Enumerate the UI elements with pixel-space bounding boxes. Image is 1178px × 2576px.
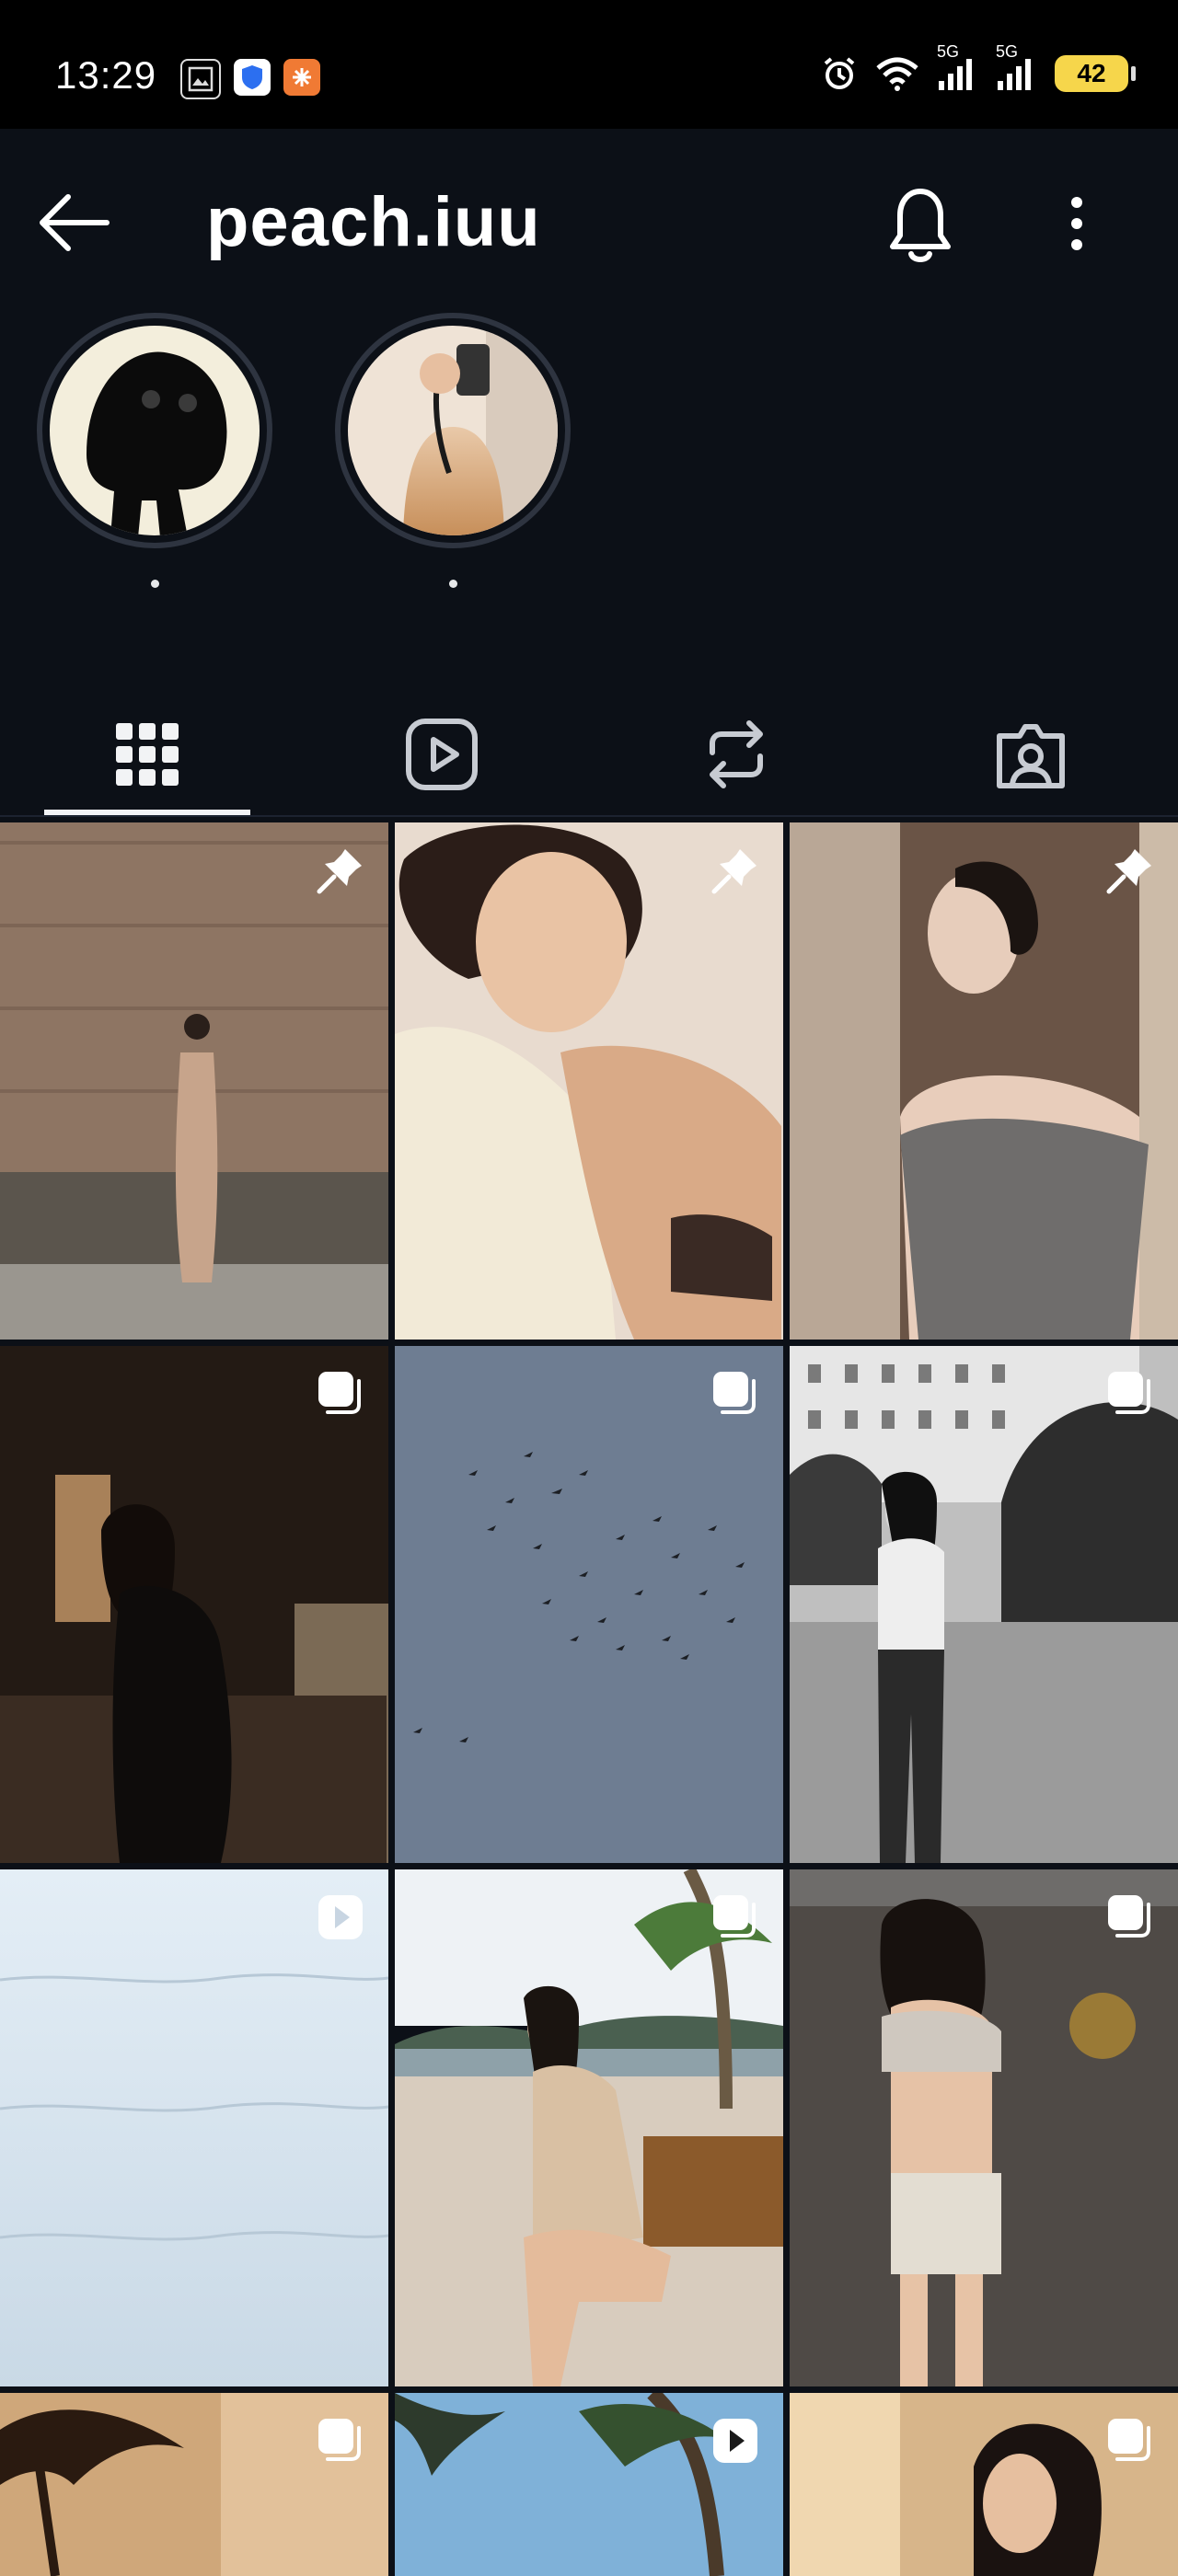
post-tile[interactable] (790, 822, 1178, 1340)
post-thumbnail (395, 1346, 783, 1863)
tab-reposts[interactable] (681, 699, 791, 810)
post-tile[interactable] (395, 1869, 783, 2386)
shield-icon (234, 59, 271, 96)
post-tile[interactable] (790, 1346, 1178, 1863)
reel-icon (708, 2413, 763, 2468)
profile-tabs (0, 681, 1178, 819)
tab-posts[interactable] (92, 699, 202, 810)
post-thumbnail (395, 1869, 783, 2386)
post-tile[interactable] (0, 1346, 388, 1863)
story-unseen-dot (449, 580, 457, 588)
reel-icon (313, 1890, 368, 1945)
story-highlight-2[interactable] (335, 313, 571, 548)
post-thumbnail (0, 1869, 388, 2386)
tagged-person-icon (997, 724, 1065, 788)
post-tile[interactable] (395, 1346, 783, 1863)
post-tile[interactable] (0, 1869, 388, 2386)
gallery-warning-icon (180, 59, 221, 99)
tabs-divider (0, 815, 1178, 817)
pin-icon (313, 843, 368, 898)
post-thumbnail (790, 1346, 1178, 1863)
signal-bars-icon (998, 59, 1031, 90)
app-notification-icon (283, 59, 320, 96)
carousel-icon (313, 1366, 368, 1421)
grid-icon (116, 723, 179, 786)
battery-level: 42 (1077, 59, 1106, 87)
post-thumbnail (790, 822, 1178, 1340)
bell-icon[interactable] (882, 180, 959, 269)
carousel-icon (708, 1890, 763, 1945)
post-thumbnail (395, 822, 783, 1340)
carousel-icon (313, 2413, 368, 2468)
story-unseen-dot (151, 580, 159, 588)
post-tile[interactable] (790, 2393, 1178, 2576)
signal-1: 5G (937, 42, 979, 90)
status-right-icons: 5G 5G 42 (821, 42, 1136, 92)
tab-tagged[interactable] (976, 699, 1086, 810)
signal-2: 5G (996, 42, 1038, 90)
profile-username: peach.iuu (206, 183, 541, 261)
post-tile[interactable] (395, 822, 783, 1340)
signal-bars-icon (939, 59, 972, 90)
profile-header: peach.iuu (0, 129, 1178, 313)
signal-label-2: 5G (996, 42, 1019, 61)
story-thumbnail (50, 326, 260, 535)
pin-icon (708, 843, 763, 898)
more-vertical-icon[interactable] (1058, 193, 1095, 254)
notification-icons (180, 59, 320, 99)
story-highlight-1[interactable] (37, 313, 272, 548)
status-bar: 13:29 5G 5G 42 (0, 0, 1178, 129)
arrow-left-icon[interactable] (37, 191, 110, 254)
post-tile[interactable] (395, 2393, 783, 2576)
battery-indicator: 42 (1055, 55, 1136, 92)
reels-icon (406, 719, 478, 790)
post-tile[interactable] (0, 822, 388, 1340)
pin-icon (1103, 843, 1158, 898)
status-time: 13:29 (55, 53, 157, 97)
tab-reels[interactable] (387, 699, 497, 810)
post-tile[interactable] (0, 2393, 388, 2576)
post-thumbnail (790, 1869, 1178, 2386)
carousel-icon (1103, 1890, 1158, 1945)
post-thumbnail (0, 822, 388, 1340)
wifi-icon (876, 57, 918, 91)
story-thumbnail (348, 326, 558, 535)
signal-label-1: 5G (937, 42, 960, 61)
alarm-icon (824, 57, 855, 89)
carousel-icon (1103, 1366, 1158, 1421)
carousel-icon (708, 1366, 763, 1421)
repost-icon (710, 720, 763, 788)
post-thumbnail (0, 1346, 388, 1863)
post-tile[interactable] (790, 1869, 1178, 2386)
carousel-icon (1103, 2413, 1158, 2468)
